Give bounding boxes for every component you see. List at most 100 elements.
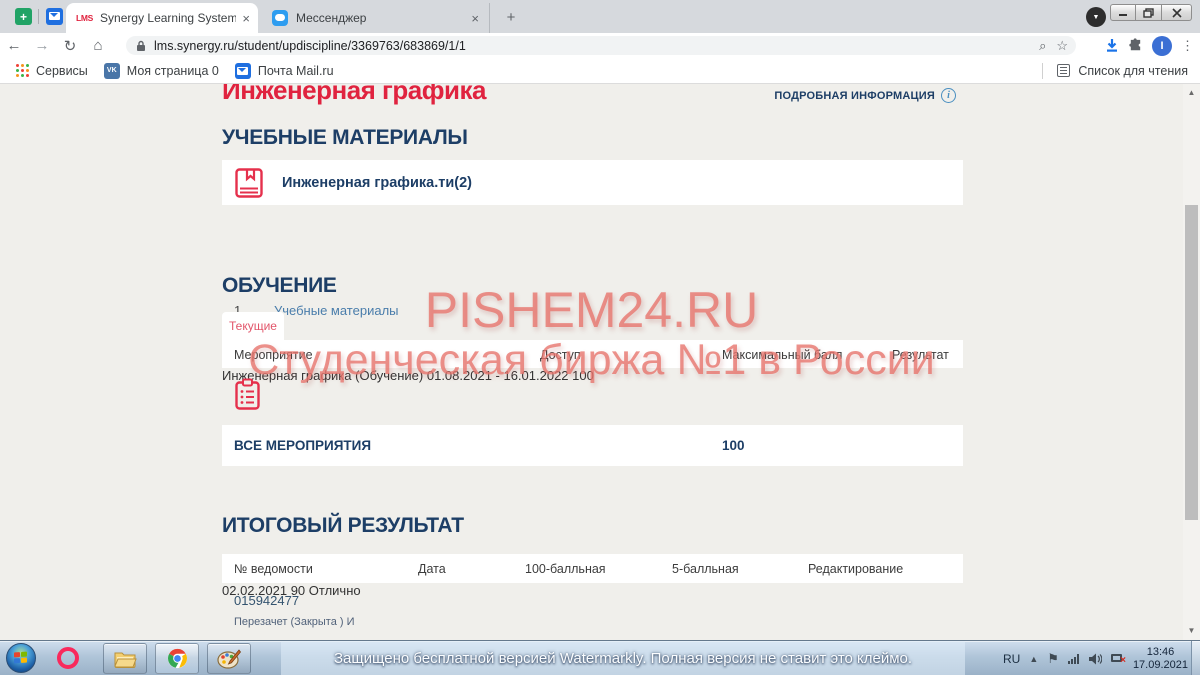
col-header: Дата xyxy=(418,562,446,576)
new-tab-button[interactable]: + xyxy=(500,7,522,29)
scroll-down-icon[interactable]: ▼ xyxy=(1183,624,1200,638)
tab-title: Мессенджер xyxy=(296,11,465,25)
tab-divider xyxy=(38,9,39,24)
bookmark-label: Почта Mail.ru xyxy=(258,64,334,78)
zoom-icon[interactable]: ⌕ xyxy=(1039,38,1046,54)
folder-icon xyxy=(113,649,137,669)
plus-icon: + xyxy=(20,11,27,23)
taskbar-watermark-text: Защищено бесплатной версией Watermarkly.… xyxy=(334,650,912,667)
menu-icon[interactable]: ⋮ xyxy=(1181,38,1194,54)
network-disconnected-icon[interactable]: × xyxy=(1111,653,1124,664)
explorer-taskbar-button[interactable] xyxy=(103,643,147,674)
url-text[interactable]: lms.synergy.ru/student/updiscipline/3369… xyxy=(154,39,1029,53)
tab-current-events[interactable]: Текущие xyxy=(222,312,284,340)
signal-bars-icon[interactable] xyxy=(1068,654,1079,664)
window-controls xyxy=(1110,4,1192,21)
reading-list-icon xyxy=(1057,64,1070,77)
bookmark-services[interactable]: Сервисы xyxy=(16,64,88,78)
bookmark-label: Моя страница 0 xyxy=(127,64,219,78)
screen: + LMS Synergy Learning System × Мессендж… xyxy=(0,0,1200,675)
scroll-up-icon[interactable]: ▲ xyxy=(1183,86,1200,100)
info-icon: i xyxy=(941,88,956,103)
system-tray: RU ▲ ⚑ × 13:46 17.09.2021 xyxy=(1003,641,1188,675)
detailed-info-label: ПОДРОБНАЯ ИНФОРМАЦИЯ xyxy=(774,90,935,102)
tab-title: Synergy Learning System xyxy=(100,11,236,25)
close-tab-icon[interactable]: × xyxy=(471,11,479,26)
col-header: 5-балльная xyxy=(672,562,739,576)
tab-messenger[interactable]: Мессенджер × xyxy=(262,3,490,33)
col-header: Мероприятие xyxy=(234,348,313,362)
clock-time: 13:46 xyxy=(1133,646,1188,659)
bookmark-label: Сервисы xyxy=(36,64,88,78)
extensions-puzzle-icon[interactable] xyxy=(1128,38,1143,53)
minimize-button[interactable] xyxy=(1110,4,1136,21)
sheet-number: 015942477 xyxy=(234,593,299,608)
materials-link[interactable]: Учебные материалы xyxy=(274,303,399,318)
scrollbar-thumb[interactable] xyxy=(1185,205,1198,520)
bookmark-mailru[interactable]: Почта Mail.ru xyxy=(235,63,334,79)
taskbar: Защищено бесплатной версией Watermarkly.… xyxy=(0,640,1200,675)
mailru-icon xyxy=(235,63,251,79)
toolbar-right: I ⋮ xyxy=(1105,33,1194,58)
close-button[interactable] xyxy=(1162,4,1192,21)
book-icon xyxy=(234,167,264,199)
browser-status-icon[interactable]: ▼ xyxy=(1086,7,1106,27)
col-header: 100-балльная xyxy=(525,562,606,576)
lock-icon xyxy=(136,40,146,52)
home-icon[interactable]: ⌂ xyxy=(84,37,112,54)
chrome-taskbar-button[interactable] xyxy=(155,643,199,674)
chrome-icon xyxy=(166,647,189,670)
restore-button[interactable] xyxy=(1136,4,1162,21)
show-desktop-button[interactable] xyxy=(1191,641,1200,675)
discipline-title: Инженерная графика xyxy=(222,84,486,106)
download-icon[interactable] xyxy=(1105,38,1119,53)
training-table-header: Мероприятие Доступ Максимальный балл Рез… xyxy=(222,340,963,368)
profile-avatar[interactable]: I xyxy=(1152,36,1172,56)
sheet-subtitle: Перезачет (Закрыта ) И xyxy=(234,616,355,628)
browser-toolbar: ← → ↻ ⌂ lms.synergy.ru/student/updiscipl… xyxy=(0,33,1200,58)
col-header: Доступ xyxy=(540,348,581,362)
col-header: № ведомости xyxy=(234,562,313,576)
action-center-flag-icon[interactable]: ⚑ xyxy=(1047,651,1059,667)
messenger-icon xyxy=(272,10,288,26)
bookmark-star-icon[interactable]: ☆ xyxy=(1056,38,1068,54)
address-bar[interactable]: lms.synergy.ru/student/updiscipline/3369… xyxy=(126,36,1076,55)
materials-card[interactable]: Инженерная графика.ти(2) xyxy=(222,160,963,205)
paint-taskbar-button[interactable] xyxy=(207,643,251,674)
final-table-header: № ведомости Дата 100-балльная 5-балльная… xyxy=(222,554,963,583)
bookmark-vk-page[interactable]: VK Моя страница 0 xyxy=(104,63,219,79)
total-value: 100 xyxy=(722,438,745,453)
materials-row: 1 Учебные материалы xyxy=(222,296,963,342)
total-label: ВСЕ МЕРОПРИЯТИЯ xyxy=(234,438,371,453)
reading-list[interactable]: Список для чтения xyxy=(1042,63,1188,79)
col-header: Редактирование xyxy=(808,562,903,576)
close-tab-icon[interactable]: × xyxy=(242,11,250,26)
training-table-row[interactable]: Инженерная графика (Обучение) 01.08.2021… xyxy=(222,368,963,422)
back-icon[interactable]: ← xyxy=(0,37,28,54)
final-table-row: 015942477 Перезачет (Закрыта ) И 02.02.2… xyxy=(222,583,963,640)
event-access-dates: 01.08.2021 - 16.01.2022 xyxy=(427,368,569,383)
language-indicator[interactable]: RU xyxy=(1003,652,1020,666)
pinned-tab-green[interactable]: + xyxy=(15,8,32,25)
apps-grid-icon xyxy=(16,64,29,77)
pinned-tab-mail[interactable] xyxy=(46,8,63,25)
forward-icon[interactable]: → xyxy=(28,37,56,54)
materials-heading: УЧЕБНЫЕ МАТЕРИАЛЫ xyxy=(222,126,468,150)
windows-logo-icon xyxy=(14,652,28,665)
start-button[interactable] xyxy=(6,643,36,673)
page-scrollbar[interactable]: ▲ ▼ xyxy=(1183,84,1200,640)
vk-icon: VK xyxy=(104,63,120,79)
col-header: Результат xyxy=(892,348,949,362)
reload-icon[interactable]: ↻ xyxy=(56,37,84,55)
tab-synergy[interactable]: LMS Synergy Learning System × xyxy=(66,3,258,33)
detailed-info-link[interactable]: ПОДРОБНАЯ ИНФОРМАЦИЯ i xyxy=(774,88,956,103)
opera-taskbar-icon[interactable] xyxy=(57,647,79,669)
clipboard-icon xyxy=(234,378,261,411)
taskbar-watermark: Защищено бесплатной версией Watermarkly.… xyxy=(281,641,965,675)
hidden-icons-caret[interactable]: ▲ xyxy=(1029,654,1038,664)
lms-favicon: LMS xyxy=(76,13,93,23)
mail-icon xyxy=(49,12,60,20)
taskbar-clock[interactable]: 13:46 17.09.2021 xyxy=(1133,646,1188,672)
speaker-icon[interactable] xyxy=(1088,653,1102,665)
final-score-5: Отлично xyxy=(309,583,361,598)
